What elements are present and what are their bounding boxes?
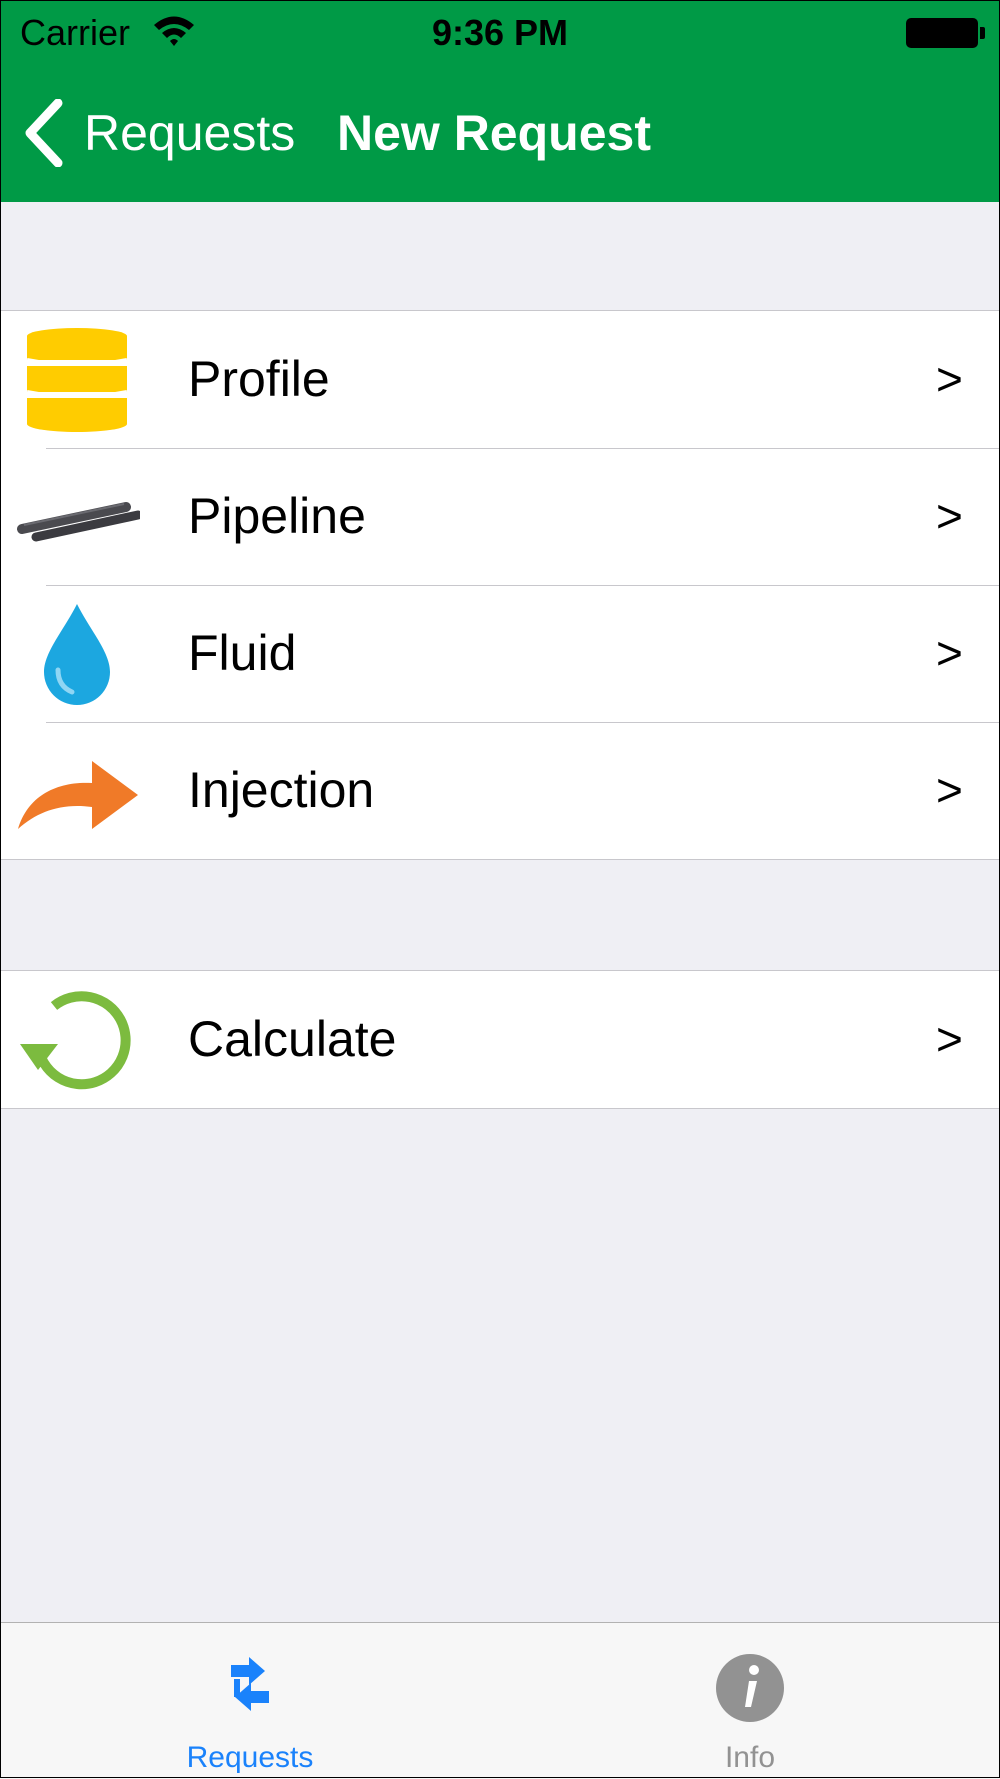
chevron-right-icon: > <box>936 353 963 405</box>
calculate-group: Calculate > <box>0 970 1000 1109</box>
row-label: Pipeline <box>188 488 366 544</box>
row-label: Injection <box>188 762 375 818</box>
refresh-icon <box>20 991 131 1090</box>
page-title: New Request <box>337 105 651 161</box>
row-fluid[interactable]: Fluid > <box>0 585 1000 722</box>
chevron-left-icon <box>25 99 63 167</box>
row-profile[interactable]: Profile > <box>0 311 1000 448</box>
tab-label: Info <box>724 1741 776 1774</box>
row-calculate[interactable]: Calculate > <box>0 971 1000 1108</box>
row-pipeline[interactable]: Pipeline > <box>0 448 1000 585</box>
row-label: Profile <box>188 351 330 407</box>
chevron-right-icon: > <box>936 627 963 679</box>
back-button[interactable]: Requests <box>22 96 295 170</box>
clock: 9:36 PM <box>431 12 569 53</box>
info-icon <box>716 1654 784 1722</box>
tab-label: Requests <box>186 1741 314 1774</box>
curved-arrow-icon <box>18 761 138 829</box>
back-button-label: Requests <box>84 105 296 161</box>
row-injection[interactable]: Injection > <box>0 722 1000 859</box>
battery-tip <box>980 27 985 39</box>
tab-requests[interactable]: Requests <box>0 1623 500 1779</box>
battery-icon <box>906 18 978 48</box>
screen-border <box>0 0 1000 1778</box>
navigation-header: Carrier 9:36 PM Requests New Request <box>0 0 1000 202</box>
status-bar: Carrier 9:36 PM <box>0 0 1000 66</box>
tab-bar: Requests Info <box>0 1622 1000 1779</box>
chevron-right-icon: > <box>936 1013 963 1065</box>
database-icon <box>26 328 128 432</box>
row-label: Fluid <box>188 625 297 681</box>
swap-arrows-icon <box>231 1657 269 1711</box>
water-drop-icon <box>44 604 110 705</box>
row-label: Calculate <box>188 1011 397 1067</box>
pipes-icon <box>17 502 140 542</box>
request-options-group: Profile > Pipeline > Fluid > Injection > <box>0 310 1000 860</box>
chevron-right-icon: > <box>936 490 963 542</box>
chevron-right-icon: > <box>936 764 963 816</box>
tab-info[interactable]: Info <box>500 1623 1000 1779</box>
